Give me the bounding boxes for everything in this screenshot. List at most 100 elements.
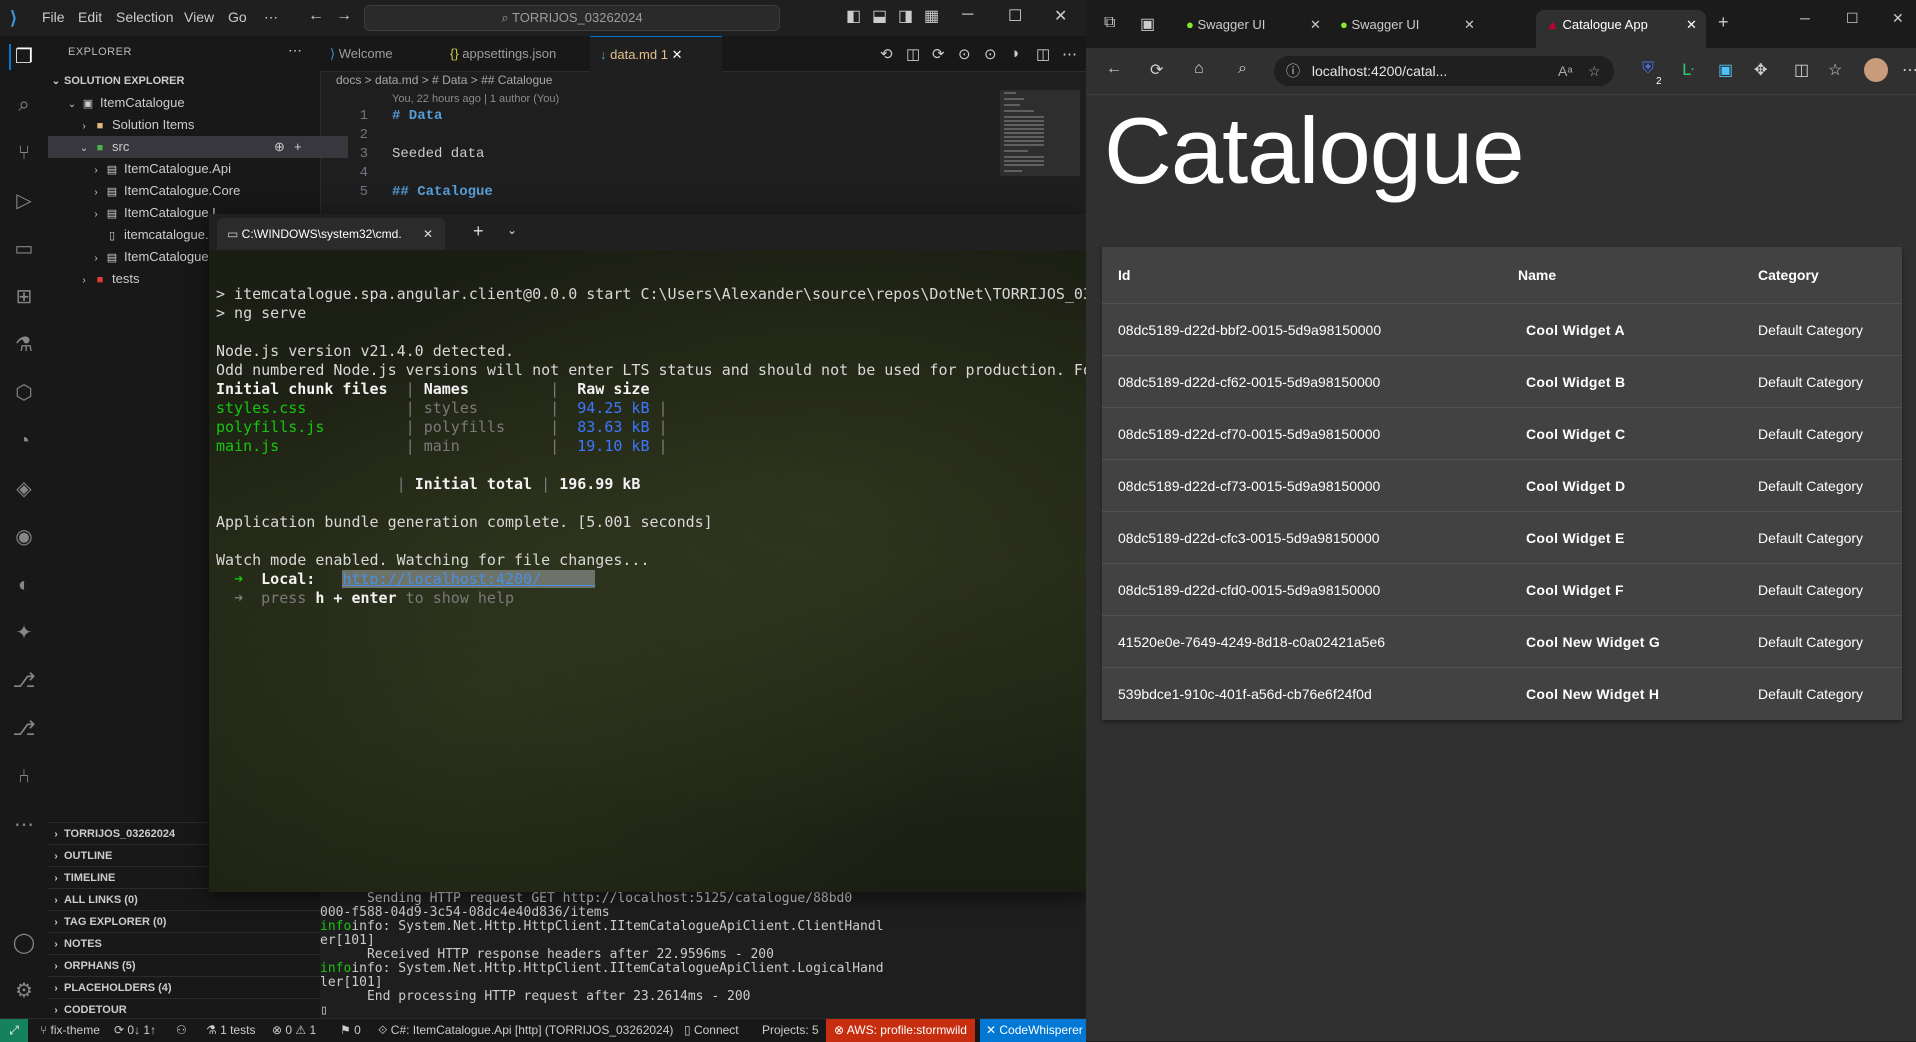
- home-icon[interactable]: ⌂: [1194, 60, 1204, 78]
- remote-indicator-icon[interactable]: ⤢: [0, 1019, 28, 1042]
- new-tab-icon[interactable]: +: [473, 221, 484, 242]
- toggle-secondary-sidebar-icon[interactable]: ◨: [898, 6, 913, 26]
- table-row[interactable]: 08dc5189-d22d-bbf2-0015-5d9a98150000 Cool…: [1102, 303, 1902, 356]
- close-tab-icon[interactable]: ✕: [672, 47, 683, 62]
- close-tab-icon[interactable]: ✕: [1310, 10, 1321, 40]
- copilot-status-icon[interactable]: ⚇: [176, 1023, 187, 1037]
- git-blame-codelens[interactable]: You, 22 hours ago | 1 author (You): [392, 93, 559, 105]
- close-icon[interactable]: ✕: [1054, 6, 1067, 26]
- status-ports[interactable]: ⚑ 0: [340, 1023, 361, 1037]
- menu-file[interactable]: File: [42, 9, 65, 25]
- codetour-icon[interactable]: ⎇: [11, 668, 37, 694]
- go-back-icon[interactable]: ⊙: [958, 45, 971, 63]
- split-editor-icon[interactable]: ◫: [1036, 45, 1050, 63]
- git-compare-icon[interactable]: ⟳: [932, 45, 945, 63]
- tree-item-itemcatalogue[interactable]: ⌄ ▣ ItemCatalogue: [48, 92, 336, 114]
- run-debug-icon[interactable]: ▷: [11, 188, 37, 214]
- status-connect[interactable]: ▯ Connect: [684, 1023, 739, 1037]
- github-icon[interactable]: ◉: [11, 524, 37, 550]
- code-line[interactable]: Seeded data: [392, 146, 484, 162]
- table-row[interactable]: 08dc5189-d22d-cfc3-0015-5d9a98150000 Cool…: [1102, 511, 1902, 564]
- extensions-icon[interactable]: ⊞: [11, 284, 37, 310]
- table-row[interactable]: 08dc5189-d22d-cfd0-0015-5d9a98150000 Cool…: [1102, 563, 1902, 616]
- column-header-category[interactable]: Category: [1758, 247, 1819, 303]
- read-aloud-icon[interactable]: Aᵃ: [1558, 56, 1573, 86]
- accounts-icon[interactable]: ◯: [11, 930, 37, 956]
- terminal-window[interactable]: ▭ C:\WINDOWS\system32\cmd. ✕ + ⌄ > itemc…: [209, 214, 1086, 892]
- source-control-icon[interactable]: ⑂: [11, 140, 37, 166]
- tree-item-core[interactable]: › ▤ ItemCatalogue.Core: [48, 180, 360, 202]
- status-aws[interactable]: ⊗ AWS: profile:stormwild: [826, 1019, 975, 1042]
- section-notes[interactable]: › NOTES: [48, 932, 320, 955]
- close-tab-icon[interactable]: ✕: [1464, 10, 1475, 40]
- tab-actions-icon[interactable]: ▣: [1140, 14, 1155, 34]
- table-row[interactable]: 539bdce1-910c-401f-a56d-cb76e6f24f0d Cool…: [1102, 667, 1902, 720]
- code-line[interactable]: ## Catalogue: [392, 184, 493, 200]
- tab-swagger-1[interactable]: ● Swagger UI ✕: [1180, 10, 1330, 40]
- new-tab-icon[interactable]: +: [1718, 12, 1729, 33]
- dropdown-chevron-icon[interactable]: ⌄: [507, 223, 517, 237]
- more-icon[interactable]: ⋯: [11, 812, 37, 838]
- section-orphans[interactable]: › ORPHANS (5): [48, 954, 320, 977]
- favorite-star-icon[interactable]: ☆: [1588, 56, 1601, 86]
- status-codewhisperer[interactable]: ✕ CodeWhisperer: [980, 1019, 1086, 1042]
- status-branch[interactable]: ⑂ fix-theme: [40, 1023, 100, 1037]
- sparkle-icon[interactable]: ✦: [11, 620, 37, 646]
- explorer-icon[interactable]: ❐: [9, 44, 37, 70]
- terminal-output[interactable]: > itemcatalogue.spa.angular.client@0.0.0…: [216, 266, 1086, 646]
- tree-item-solution-items[interactable]: › ■ Solution Items: [48, 114, 348, 136]
- address-bar[interactable]: ⓘ localhost:4200/catal... Aᵃ ☆: [1274, 56, 1614, 86]
- hexagon-icon[interactable]: ⬡: [11, 380, 37, 406]
- menu-edit[interactable]: Edit: [78, 9, 102, 25]
- tab-data-md[interactable]: ↓ data.md 1 ✕: [590, 36, 722, 72]
- toggle-panel-icon[interactable]: ⬓: [872, 6, 887, 26]
- profile-avatar[interactable]: [1864, 58, 1888, 82]
- menu-selection[interactable]: Selection: [116, 9, 174, 25]
- branch-icon[interactable]: ⑃: [11, 764, 37, 790]
- bitwarden-icon[interactable]: ⛨: [1642, 60, 1654, 78]
- tree-item-src[interactable]: ⌄ ■ src ⊕ +: [48, 136, 348, 158]
- back-arrow-icon[interactable]: ←: [1106, 60, 1122, 78]
- pull-request-icon[interactable]: ⎇: [11, 716, 37, 742]
- terminal-tab[interactable]: ▭ C:\WINDOWS\system32\cmd. ✕: [217, 218, 445, 250]
- workspaces-icon[interactable]: ⧉: [1104, 14, 1115, 32]
- tab-catalogue-app[interactable]: ▲ Catalogue App ✕: [1536, 10, 1706, 48]
- minimize-icon[interactable]: ─: [1800, 10, 1810, 26]
- close-tab-icon[interactable]: ✕: [1686, 10, 1697, 40]
- add-icon[interactable]: +: [294, 136, 302, 158]
- minimap[interactable]: [1000, 90, 1080, 210]
- menu-more[interactable]: ⋯: [264, 9, 278, 26]
- extension-icon[interactable]: ᒷ: [1682, 60, 1694, 80]
- tree-item-api[interactable]: › ▤ ItemCatalogue.Api: [48, 158, 360, 180]
- section-tag-explorer[interactable]: › TAG EXPLORER (0): [48, 910, 320, 933]
- back-arrow-icon[interactable]: ←: [308, 7, 324, 25]
- minimize-icon[interactable]: ─: [962, 6, 973, 24]
- copilot-icon[interactable]: ◑: [1010, 45, 1019, 62]
- table-row[interactable]: 41520e0e-7649-4249-8d18-c0a02421a5e6 Cool…: [1102, 615, 1902, 668]
- output-panel[interactable]: Sending HTTP request GET http://localhos…: [320, 892, 910, 1018]
- status-tests[interactable]: ⚗ 1 tests: [206, 1023, 255, 1037]
- split-screen-icon[interactable]: ◫: [1794, 60, 1809, 80]
- close-tab-icon[interactable]: ✕: [423, 218, 433, 250]
- extensions-puzzle-icon[interactable]: ✥: [1754, 60, 1767, 80]
- maximize-icon[interactable]: ☐: [1846, 10, 1859, 27]
- gitkraken-icon[interactable]: ◐: [11, 572, 37, 598]
- more-actions-icon[interactable]: ⋯: [288, 42, 302, 59]
- local-url-link[interactable]: http://localhost:4200/: [342, 570, 542, 588]
- code-line[interactable]: # Data: [392, 108, 442, 124]
- status-sync[interactable]: ⟳ 0↓ 1↑: [114, 1023, 156, 1037]
- status-projects[interactable]: Projects: 5: [762, 1023, 819, 1037]
- new-file-icon[interactable]: ⊕: [274, 136, 285, 158]
- table-row[interactable]: 08dc5189-d22d-cf70-0015-5d9a98150000 Cool…: [1102, 407, 1902, 460]
- command-center[interactable]: ⌕ TORRIJOS_03262024: [364, 5, 780, 31]
- menu-more-icon[interactable]: ⋯: [1902, 60, 1916, 80]
- git-lens-icon[interactable]: ◔: [11, 428, 37, 454]
- solution-explorer-header[interactable]: ⌄ SOLUTION EXPLORER: [48, 70, 320, 92]
- tab-appsettings[interactable]: {} appsettings.json: [440, 36, 590, 71]
- column-header-name[interactable]: Name: [1518, 247, 1556, 303]
- table-row[interactable]: 08dc5189-d22d-cf73-0015-5d9a98150000 Cool…: [1102, 459, 1902, 512]
- remote-explorer-icon[interactable]: ▭: [11, 236, 37, 262]
- go-forward-icon[interactable]: ⊙: [984, 45, 997, 63]
- close-icon[interactable]: ✕: [1892, 10, 1904, 27]
- table-row[interactable]: 08dc5189-d22d-cf62-0015-5d9a98150000 Cool…: [1102, 355, 1902, 408]
